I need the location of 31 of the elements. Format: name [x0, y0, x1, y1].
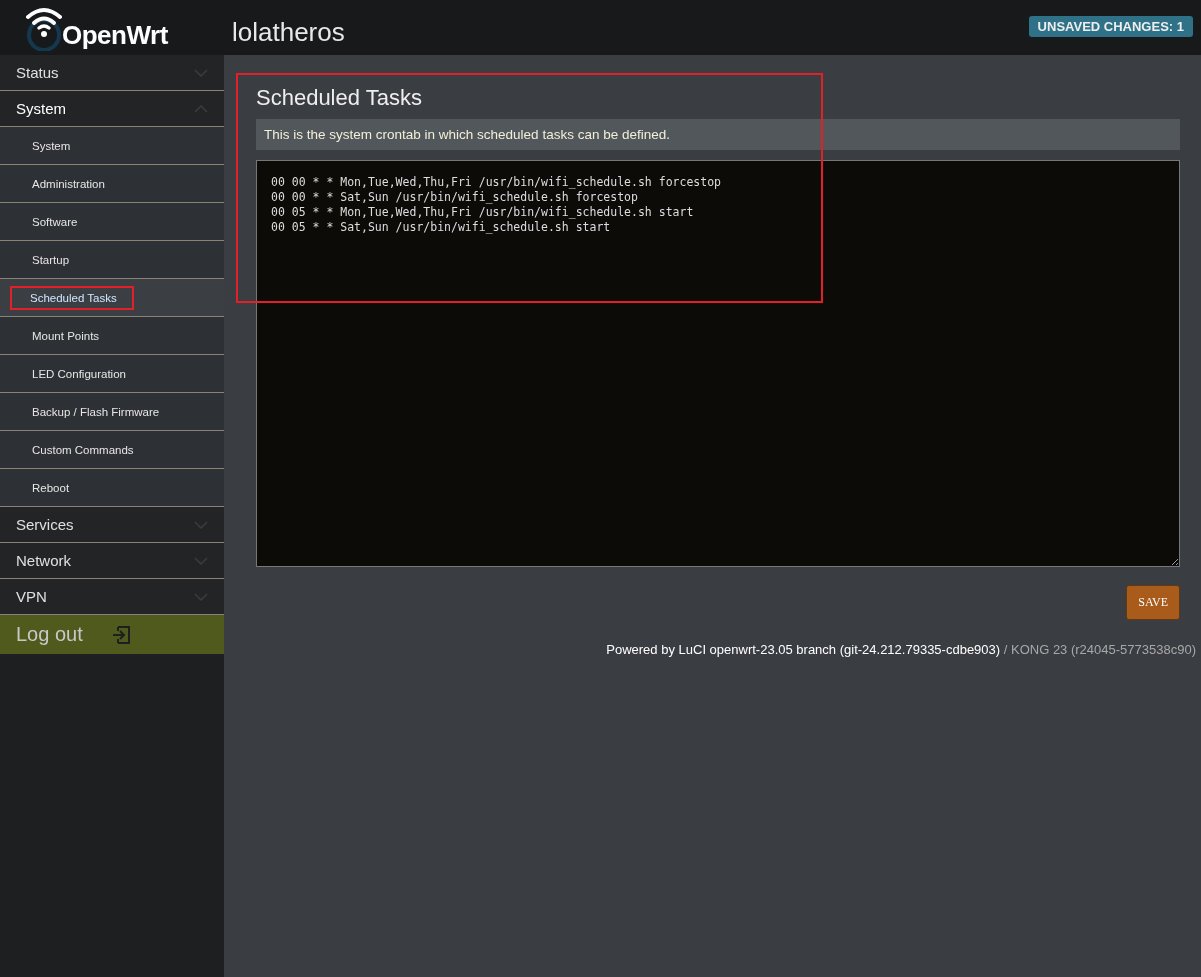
menu-item[interactable]: VPN [0, 579, 224, 615]
chevron-down-icon [194, 520, 208, 529]
submenu-item[interactable]: System [0, 127, 224, 165]
menu-item[interactable]: Status [0, 55, 224, 91]
chevron-up-icon [194, 104, 208, 113]
version-text: / KONG 23 (r24045-5773538c90) [1003, 642, 1196, 657]
crontab-editor[interactable]: 00 00 * * Mon,Tue,Wed,Thu,Fri /usr/bin/wifi_schedule.sh forcestop 00 00 * * Sat,Sun /usr/bin/wifi_schedule.sh forcestop 00 05 * * Mon,Tue,Wed,Thu,Fri /usr/bin/wifi_schedule.sh start 00 05 * * Sat,Sun /usr/bin/wifi_schedule.sh start [256, 160, 1180, 567]
page-title: Scheduled Tasks [256, 85, 423, 111]
submenu-item[interactable]: Mount Points [0, 317, 224, 355]
logo-text: OpenWrt [62, 19, 168, 51]
save-button[interactable]: SAVE [1126, 585, 1180, 620]
submenu-item[interactable]: Administration [0, 165, 224, 203]
menu-item[interactable]: System [0, 91, 224, 127]
logout-button[interactable]: Log out [0, 615, 224, 654]
submenu-item[interactable]: LED Configuration [0, 355, 224, 393]
logout-icon [110, 625, 131, 644]
hostname: lolatheros [232, 17, 345, 48]
submenu-item[interactable]: Custom Commands [0, 431, 224, 469]
submenu-item[interactable]: Scheduled Tasks [0, 279, 224, 317]
chevron-down-icon [194, 592, 208, 601]
submenu-item[interactable]: Reboot [0, 469, 224, 507]
menu-item[interactable]: Services [0, 507, 224, 543]
menu-item[interactable]: Network [0, 543, 224, 579]
submenu-item[interactable]: Startup [0, 241, 224, 279]
chevron-down-icon [194, 68, 208, 77]
submenu-item[interactable]: Software [0, 203, 224, 241]
description: This is the system crontab in which scheduled tasks can be defined. [256, 119, 1180, 150]
chevron-down-icon [194, 556, 208, 565]
unsaved-changes-badge[interactable]: UNSAVED CHANGES: 1 [1028, 16, 1193, 37]
powered-by-text: Powered by LuCI openwrt-23.05 branch (git-24.212.79335-cdbe903) [606, 642, 1001, 657]
submenu-item[interactable]: Backup / Flash Firmware [0, 393, 224, 431]
